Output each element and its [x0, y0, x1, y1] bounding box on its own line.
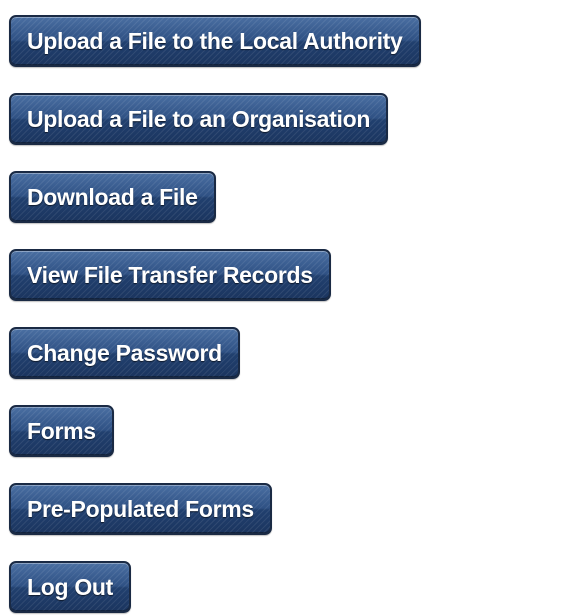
pre-populated-forms-button[interactable]: Pre-Populated Forms: [9, 483, 272, 535]
upload-to-organisation-button[interactable]: Upload a File to an Organisation: [9, 93, 389, 145]
forms-button[interactable]: Forms: [9, 405, 114, 457]
log-out-button[interactable]: Log Out: [9, 561, 132, 613]
change-password-button[interactable]: Change Password: [9, 327, 240, 379]
download-file-button[interactable]: Download a File: [9, 171, 216, 223]
upload-to-local-authority-button[interactable]: Upload a File to the Local Authority: [9, 15, 421, 67]
view-file-transfer-records-button[interactable]: View File Transfer Records: [9, 249, 331, 301]
action-menu: Upload a File to the Local Authority Upl…: [9, 15, 421, 613]
